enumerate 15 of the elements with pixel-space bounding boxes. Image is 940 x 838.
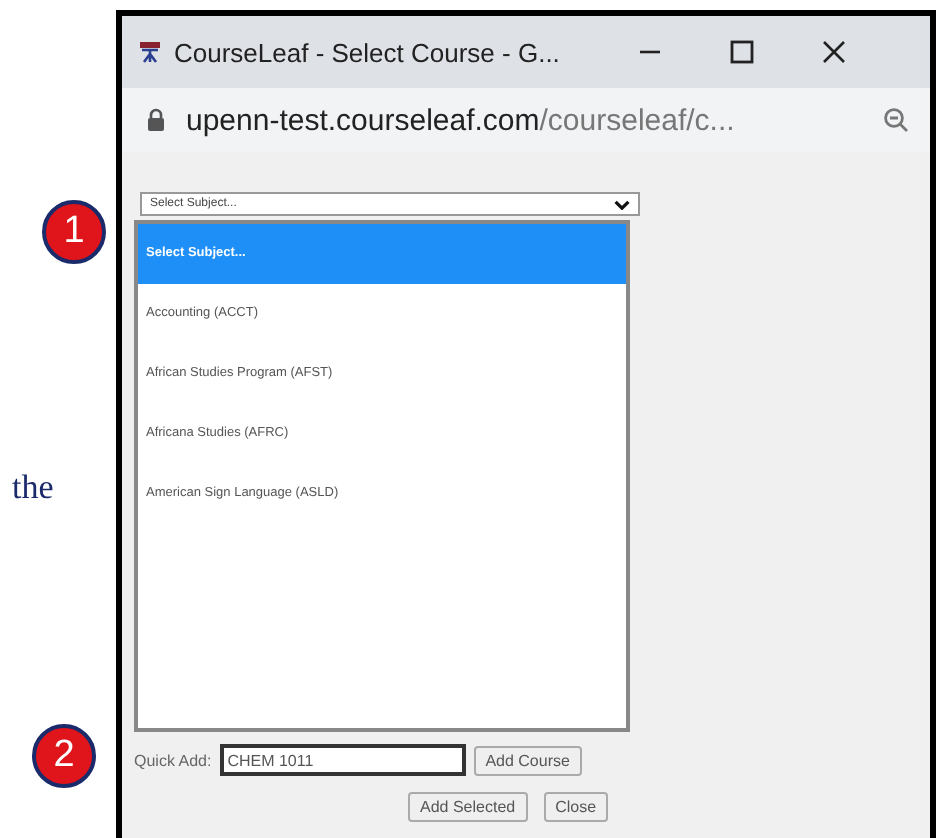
zoom-icon[interactable]	[882, 106, 910, 134]
quick-add-label: Quick Add:	[134, 751, 212, 769]
close-icon[interactable]	[818, 36, 850, 68]
step-number-badge: 2	[32, 724, 96, 788]
page-url[interactable]: upenn-test.courseleaf.com/courseleaf/c...	[186, 103, 862, 137]
add-course-button[interactable]: Add Course	[473, 745, 582, 775]
step-number-badge: 1	[42, 200, 106, 264]
chevron-down-icon	[614, 199, 630, 209]
document-text: the	[12, 468, 54, 508]
quick-add-field[interactable]: CHEM 1011	[219, 744, 466, 776]
dialog-button[interactable]: Close	[543, 792, 609, 822]
window-title: CourseLeaf - Select Course - G...	[174, 37, 562, 67]
lock-icon	[146, 108, 166, 132]
maximize-icon[interactable]	[726, 36, 758, 68]
dialog-button[interactable]: Add Selected	[408, 792, 528, 822]
